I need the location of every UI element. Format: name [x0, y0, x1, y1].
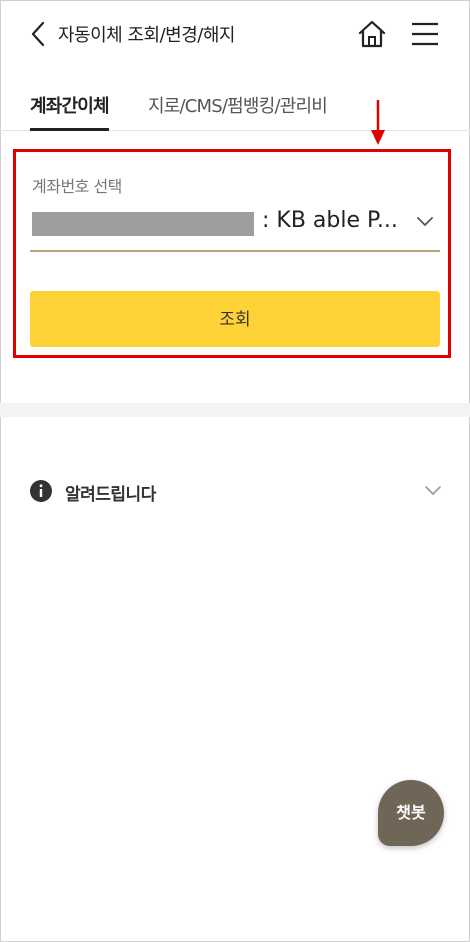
- page-title: 자동이체 조회/변경/해지: [58, 25, 235, 46]
- account-select-dropdown[interactable]: : KB able P...: [30, 200, 440, 252]
- home-icon[interactable]: [356, 18, 388, 50]
- masked-account-number: [32, 212, 254, 236]
- selected-account-value: : KB able P...: [262, 208, 398, 233]
- section-divider: [0, 403, 470, 417]
- notice-accordion[interactable]: 알려드립니다: [0, 470, 470, 514]
- tab-giro-cms[interactable]: 지로/CMS/펌뱅킹/관리비: [148, 92, 328, 118]
- query-button[interactable]: 조회: [30, 291, 440, 347]
- hamburger-menu-icon[interactable]: [410, 20, 440, 48]
- red-arrow-annotation: [371, 100, 385, 145]
- chevron-down-icon: [425, 486, 441, 495]
- tab-account-transfer[interactable]: 계좌간이체: [30, 92, 110, 131]
- chevron-left-icon[interactable]: [26, 19, 52, 49]
- info-icon: [30, 480, 52, 502]
- chatbot-button[interactable]: 챗봇: [378, 780, 444, 846]
- active-tab-underline: [30, 128, 109, 131]
- account-select-label: 계좌번호 선택: [32, 177, 122, 196]
- tab-label: 지로/CMS/펌뱅킹/관리비: [148, 96, 328, 117]
- app-header: 자동이체 조회/변경/해지: [0, 0, 470, 68]
- notice-label: 알려드립니다: [65, 485, 156, 505]
- chevron-down-icon: [417, 217, 433, 226]
- tab-bar: 계좌간이체 지로/CMS/펌뱅킹/관리비: [0, 84, 470, 131]
- tab-label: 계좌간이체: [30, 96, 110, 117]
